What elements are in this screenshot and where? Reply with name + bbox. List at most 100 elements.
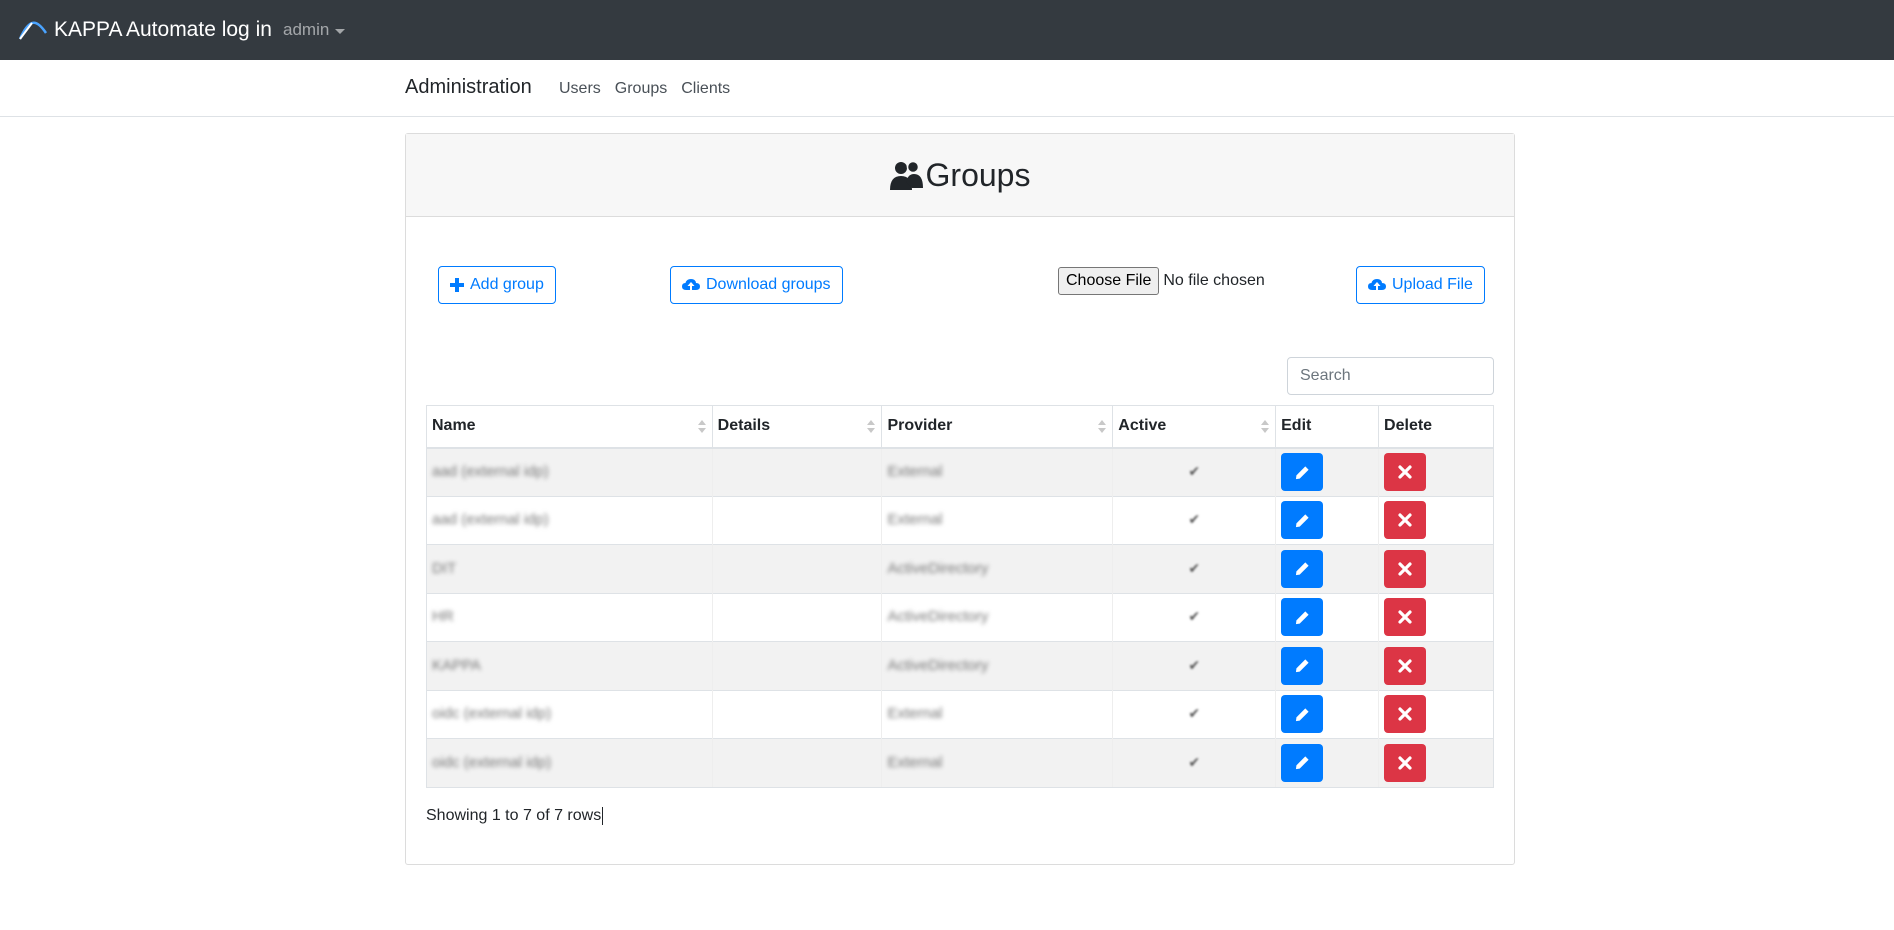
edit-button[interactable] (1281, 695, 1324, 734)
x-icon (1398, 659, 1412, 673)
cell-provider: ActiveDirectory (881, 544, 1113, 593)
cell-delete (1378, 495, 1494, 545)
delete-button[interactable] (1384, 743, 1427, 782)
edit-button[interactable] (1281, 646, 1324, 685)
cell-details (711, 495, 882, 545)
x-icon (1398, 562, 1412, 576)
cell-active: ✔ (1112, 447, 1276, 496)
col-edit-header: Edit (1275, 405, 1380, 449)
subnav-title[interactable]: Administration (405, 76, 532, 99)
active-check-icon: ✔ (1188, 705, 1201, 722)
brand-link[interactable]: KAPPA Automate log in (18, 0, 272, 60)
pencil-icon (1295, 465, 1309, 479)
cell-name: aad (external idp) (426, 495, 713, 545)
edit-button[interactable] (1281, 743, 1324, 782)
plus-icon (450, 278, 464, 292)
cell-delete (1378, 738, 1494, 788)
cell-active: ✔ (1112, 544, 1276, 593)
user-dropdown[interactable]: admin (283, 0, 346, 60)
cell-details (711, 641, 882, 690)
cell-delete (1378, 447, 1494, 496)
col-delete-header: Delete (1378, 405, 1494, 449)
cell-delete (1378, 641, 1494, 690)
pencil-icon (1295, 756, 1309, 770)
cell-edit (1275, 641, 1379, 690)
delete-button[interactable] (1384, 695, 1427, 734)
download-groups-button[interactable]: Download groups (670, 266, 843, 304)
x-icon (1398, 610, 1412, 624)
upload-file-button[interactable]: Upload File (1356, 266, 1485, 304)
caret-down-icon (335, 28, 346, 34)
cell-name: oidc (external idp) (426, 689, 713, 739)
cell-delete (1378, 544, 1494, 593)
groups-table: Name Details Provider Active Edit Delete… (426, 405, 1494, 788)
col-name-header[interactable]: Name (426, 405, 713, 449)
add-group-button[interactable]: Add group (438, 266, 556, 304)
file-input[interactable]: Choose File No file chosen (1058, 267, 1265, 295)
x-icon (1398, 513, 1412, 527)
delete-button[interactable] (1384, 549, 1427, 588)
cell-provider: External (881, 738, 1113, 788)
cloud-upload-icon (1368, 279, 1386, 290)
nav-clients-link[interactable]: Clients (681, 80, 730, 98)
search-input[interactable] (1287, 357, 1494, 395)
cell-provider: ActiveDirectory (881, 592, 1113, 642)
pencil-icon (1295, 659, 1309, 673)
table-row: aad (external idp) External ✔ (426, 495, 1494, 545)
page-title: Groups (925, 156, 1031, 193)
card-header: Groups (406, 134, 1514, 217)
edit-button[interactable] (1281, 453, 1324, 491)
edit-button[interactable] (1281, 501, 1324, 540)
download-groups-label: Download groups (706, 276, 831, 293)
cell-details (711, 544, 882, 593)
edit-button[interactable] (1281, 598, 1324, 637)
table-row: DIT ActiveDirectory ✔ (426, 544, 1494, 593)
pencil-icon (1295, 562, 1309, 576)
add-group-label: Add group (470, 276, 544, 293)
cell-edit (1275, 738, 1379, 788)
table-row: oidc (external idp) External ✔ (426, 689, 1494, 739)
cell-active: ✔ (1112, 738, 1276, 788)
cell-delete (1378, 689, 1494, 739)
cell-edit (1275, 592, 1379, 642)
table-row: KAPPA ActiveDirectory ✔ (426, 641, 1494, 690)
sort-icon (697, 420, 706, 434)
col-active-header[interactable]: Active (1112, 405, 1277, 449)
choose-file-button[interactable]: Choose File (1058, 267, 1160, 295)
text-cursor (602, 807, 604, 825)
edit-button[interactable] (1281, 549, 1324, 588)
nav-groups-link[interactable]: Groups (615, 80, 667, 98)
kappa-logo-icon (18, 21, 48, 40)
cell-name: oidc (external idp) (426, 738, 713, 788)
col-provider-header[interactable]: Provider (881, 405, 1114, 449)
table-body: aad (external idp) External ✔ aad (external… (426, 447, 1494, 788)
cell-details (711, 592, 882, 642)
cell-name: aad (external idp) (426, 447, 713, 496)
cell-edit (1275, 544, 1379, 593)
cell-edit (1275, 689, 1379, 739)
active-check-icon: ✔ (1188, 608, 1201, 625)
x-icon (1398, 465, 1412, 479)
active-check-icon: ✔ (1188, 656, 1201, 673)
cell-details (711, 738, 882, 788)
upload-file-label: Upload File (1392, 276, 1473, 293)
active-check-icon: ✔ (1188, 511, 1201, 528)
cloud-download-icon (682, 279, 700, 290)
x-icon (1398, 756, 1412, 770)
active-check-icon: ✔ (1188, 559, 1201, 576)
nav-users-link[interactable]: Users (559, 80, 601, 98)
col-details-header[interactable]: Details (711, 405, 883, 449)
active-check-icon: ✔ (1188, 463, 1201, 479)
delete-button[interactable] (1384, 501, 1427, 540)
cell-name: KAPPA (426, 641, 713, 690)
pagination-info: Showing 1 to 7 of 7 rows (426, 807, 604, 825)
delete-button[interactable] (1384, 598, 1427, 637)
table-row: HR ActiveDirectory ✔ (426, 592, 1494, 642)
cell-active: ✔ (1112, 641, 1276, 690)
delete-button[interactable] (1384, 453, 1427, 491)
cell-provider: External (881, 447, 1113, 496)
pencil-icon (1295, 708, 1309, 721)
brand-text: KAPPA Automate log in (54, 18, 272, 41)
cell-name: DIT (426, 544, 713, 593)
delete-button[interactable] (1384, 646, 1427, 685)
